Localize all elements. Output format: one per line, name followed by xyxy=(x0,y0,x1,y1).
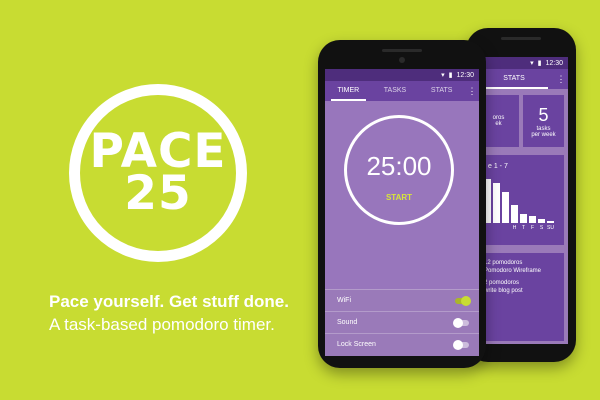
list-item[interactable]: 12 pomodoros Pomodoro Wireframe xyxy=(484,259,541,275)
more-vert-icon[interactable]: ⋮ xyxy=(554,74,568,85)
toggle-knob xyxy=(461,295,471,306)
phone-speaker xyxy=(382,49,422,52)
status-bar: ▾ ▮ 12:30 xyxy=(325,69,479,81)
setting-label: WiFi xyxy=(337,297,351,304)
status-time: 12:30 xyxy=(545,59,563,67)
list-item-title: 2 pomodoros xyxy=(484,280,520,286)
start-button[interactable]: START xyxy=(344,193,454,202)
app-logo: PACE 25 xyxy=(69,84,247,262)
tab-stats[interactable]: STATS xyxy=(474,69,554,89)
chart-x-labels: H T F S SU xyxy=(484,225,558,233)
tab-timer[interactable]: TIMER xyxy=(325,81,372,101)
list-item[interactable]: 2 pomodoros write blog post xyxy=(484,279,523,295)
chart-bar xyxy=(511,205,518,223)
chart-bar xyxy=(502,192,509,223)
setting-row-lock-screen[interactable]: Lock Screen xyxy=(325,333,479,355)
timer-screen: ▾ ▮ 12:30 TIMER TASKS STATS ⋮ 25:00 STAR… xyxy=(325,69,479,356)
timer-display: 25:00 xyxy=(366,151,432,181)
chart-x-label: H xyxy=(512,225,517,231)
sound-toggle[interactable] xyxy=(453,317,469,328)
chart-bar xyxy=(529,216,536,223)
signal-icon: ▾ xyxy=(530,60,534,67)
tab-stats[interactable]: STATS xyxy=(418,81,465,101)
list-item-subtitle: write blog post xyxy=(484,288,523,294)
setting-row-wifi[interactable]: WiFi xyxy=(325,289,479,311)
list-item-subtitle: Pomodoro Wireframe xyxy=(484,268,542,274)
chart-bar xyxy=(520,214,527,223)
lock-screen-toggle[interactable] xyxy=(453,339,469,350)
stats-screen: ▾ ▮ 12:30 STATS ⋮ oros ek 5 tasks per we… xyxy=(474,57,568,344)
tagline-headline: Pace yourself. Get stuff done. xyxy=(49,292,289,311)
chart-x-label: T xyxy=(521,225,526,231)
app-bar: TIMER TASKS STATS ⋮ xyxy=(325,81,479,101)
stats-cards: oros ek 5 tasks per week xyxy=(478,95,564,147)
chart-bar xyxy=(538,219,545,223)
phone-camera xyxy=(399,57,405,63)
battery-icon: ▮ xyxy=(537,60,542,67)
list-item-title: 12 pomodoros xyxy=(484,260,523,266)
chart-bars xyxy=(484,179,558,223)
card-label-line2: ek xyxy=(495,121,502,127)
phone-speaker xyxy=(501,37,541,40)
more-vert-icon[interactable]: ⋮ xyxy=(465,86,479,97)
chart-x-label: F xyxy=(530,225,535,231)
battery-icon: ▮ xyxy=(448,72,453,79)
status-bar: ▾ ▮ 12:30 xyxy=(474,57,568,69)
status-time: 12:30 xyxy=(456,71,474,79)
phone-front: ▾ ▮ 12:30 TIMER TASKS STATS ⋮ 25:00 STAR… xyxy=(318,40,486,368)
task-list: 12 pomodoros Pomodoro Wireframe 2 pomodo… xyxy=(478,253,564,341)
tasks-per-week-card: 5 tasks per week xyxy=(523,95,564,147)
weekly-chart-card: e 1 - 7 H T F S SU xyxy=(478,155,564,245)
setting-label: Sound xyxy=(337,319,358,326)
toggle-knob xyxy=(453,317,463,328)
tab-tasks[interactable]: TASKS xyxy=(372,81,419,101)
app-bar: STATS ⋮ xyxy=(474,69,568,89)
chart-title: e 1 - 7 xyxy=(488,163,508,170)
toggle-knob xyxy=(453,339,463,350)
card-value: 5 xyxy=(538,104,549,125)
signal-icon: ▾ xyxy=(441,72,445,79)
chart-x-label: S xyxy=(539,225,544,231)
setting-row-sound[interactable]: Sound xyxy=(325,311,479,333)
wifi-toggle[interactable] xyxy=(455,295,471,306)
chart-bar xyxy=(493,183,500,223)
setting-label: Lock Screen xyxy=(337,341,376,348)
card-label-line2: per week xyxy=(531,131,556,138)
chart-bar xyxy=(547,221,554,223)
chart-x-label: SU xyxy=(547,225,554,231)
logo-text-25: 25 xyxy=(124,166,192,221)
tagline-subtitle: A task-based pomodoro timer. xyxy=(49,315,275,334)
timer-panel: 25:00 START xyxy=(325,101,479,289)
